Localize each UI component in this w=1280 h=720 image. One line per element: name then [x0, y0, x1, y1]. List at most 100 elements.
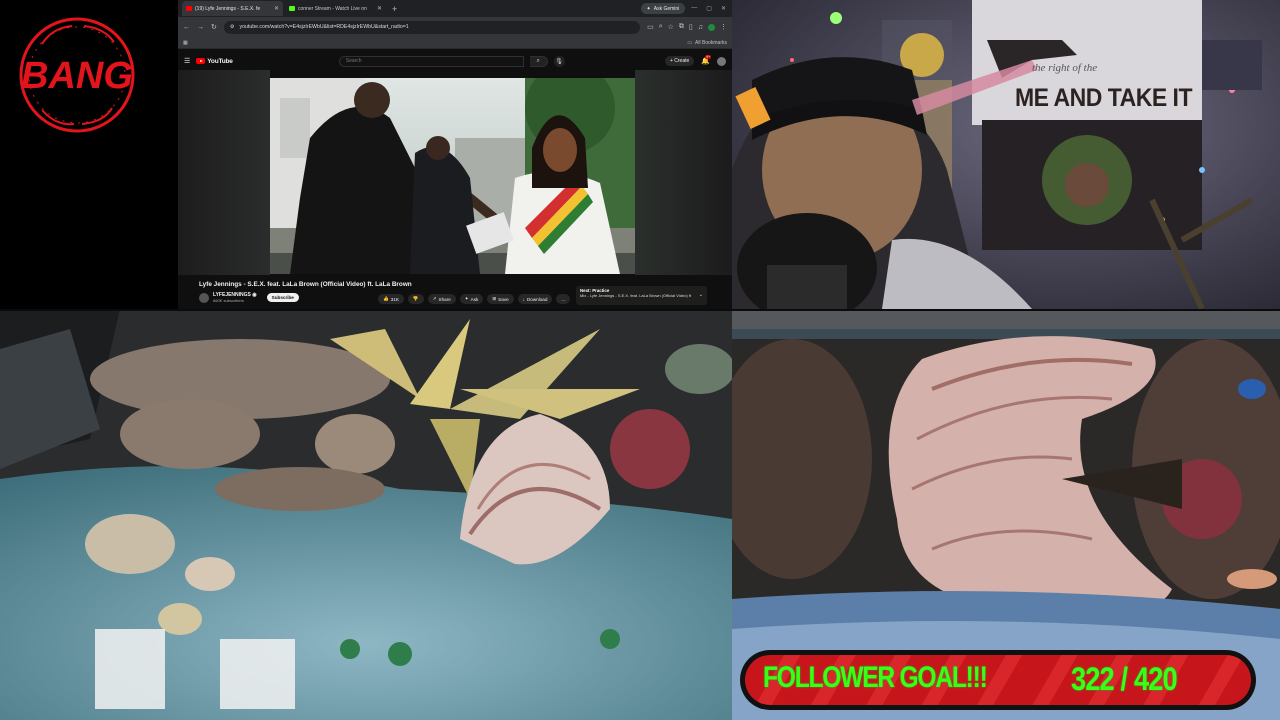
browser-window: (19) Lyfe Jennings - S.E.X. fe ✕ conner …	[178, 0, 732, 312]
follower-goal-bar: FOLLOWER GOAL!!! 322 / 420	[740, 650, 1256, 710]
save-icon: ⊞	[492, 296, 497, 301]
menu-icon[interactable]: ⋮	[720, 23, 727, 31]
youtube-brand: YouTube	[207, 57, 233, 65]
url-text: youtube.com/watch?v=E4sjzIrEWbU&list=RDE…	[239, 24, 409, 30]
next-video-card[interactable]: Next: Practice Mix - Lyfe Jennings - S.E…	[576, 286, 707, 305]
all-bookmarks-label: All Bookmarks	[695, 39, 727, 46]
youtube-header: ☰ YouTube Search ⌕ 🎙 + Create 🔔 9+	[178, 52, 732, 70]
share-label: Share	[438, 296, 451, 302]
subscriber-count: 660K subscribers	[213, 298, 244, 303]
youtube-favicon-icon	[186, 6, 192, 11]
cast-icon[interactable]: ▭	[647, 23, 654, 31]
stream-layout: BANG (19) Lyfe Jennings - S.E.X. fe ✕ co…	[0, 0, 1280, 720]
tab-youtube[interactable]: (19) Lyfe Jennings - S.E.X. fe ✕	[182, 1, 283, 16]
notifications-button[interactable]: 🔔 9+	[701, 55, 712, 65]
banner-text: ME AND TAKE IT	[1015, 82, 1193, 112]
tab-kick[interactable]: conner Stream - Watch Live on ✕	[285, 1, 386, 16]
channel-row: LYFEJENNINGS ◉ 660K subscribers Subscrib…	[199, 292, 299, 303]
aquarium-left-scene	[0, 309, 732, 720]
share-button[interactable]: ↗ Share	[427, 294, 456, 304]
thumbs-down-icon: 👎	[412, 296, 419, 301]
site-info-icon[interactable]: ⚙	[230, 24, 235, 30]
notification-badge: 9+	[705, 55, 712, 59]
follower-goal-track: FOLLOWER GOAL!!! 322 / 420	[745, 655, 1251, 705]
share-icon: ↗	[432, 296, 437, 301]
close-window-icon[interactable]: ✕	[721, 5, 726, 12]
youtube-header-right: + Create 🔔 9+	[664, 55, 726, 66]
like-count: 31K	[390, 296, 399, 302]
video-player[interactable]	[270, 78, 635, 274]
tab-label: conner Stream - Watch Live on	[298, 5, 367, 12]
mic-icon: 🎙	[555, 58, 564, 65]
back-icon[interactable]: ←	[183, 24, 190, 31]
follower-goal-label: FOLLOWER GOAL!!!	[763, 661, 988, 694]
thumbs-up-icon: 👍	[383, 296, 389, 301]
chevron-down-icon[interactable]: ⌄	[699, 292, 703, 298]
ambient-left	[178, 70, 270, 275]
webcam-scene	[732, 0, 1280, 309]
ask-button[interactable]: ✦ Ask	[459, 294, 484, 304]
create-button[interactable]: + Create	[664, 56, 695, 66]
youtube-logo[interactable]: YouTube	[196, 57, 233, 65]
youtube-avatar[interactable]	[717, 56, 726, 66]
like-button[interactable]: 👍 31K	[378, 294, 404, 304]
youtube-search-button[interactable]: ⌕	[529, 55, 548, 67]
banner-subtext: the right of the	[1032, 62, 1098, 74]
save-label: Save	[498, 296, 509, 302]
close-tab-icon[interactable]: ✕	[274, 5, 279, 12]
close-tab-icon[interactable]: ✕	[377, 5, 382, 12]
all-bookmarks-button[interactable]: ▭ All Bookmarks	[687, 40, 727, 46]
voice-search-button[interactable]: 🎙	[553, 55, 565, 67]
apps-icon[interactable]: ▦	[183, 40, 188, 46]
sidepanel-icon[interactable]: ▯	[689, 23, 693, 31]
aquarium-cam-left	[0, 309, 732, 720]
folder-icon: ▭	[687, 39, 693, 46]
address-bar[interactable]: ⚙ youtube.com/watch?v=E4sjzIrEWbU&list=R…	[223, 20, 641, 34]
verified-icon: ◉	[252, 292, 257, 298]
download-button[interactable]: ↓ Download	[517, 294, 553, 304]
bell-icon: 🔔	[701, 58, 710, 65]
maximize-icon[interactable]: ▢	[706, 5, 712, 12]
video-actions: 👍 31K 👎 ↗ Share ✦ Ask ⊞ Save ↓ Download ...	[378, 294, 571, 304]
ambient-right	[635, 70, 732, 275]
new-tab-button[interactable]: +	[388, 4, 401, 14]
forward-icon[interactable]: →	[197, 24, 204, 31]
save-button[interactable]: ⊞ Save	[487, 294, 514, 304]
subscribe-button[interactable]: Subscribe	[266, 293, 299, 302]
tab-label: (19) Lyfe Jennings - S.E.X. fe	[195, 5, 261, 12]
create-label: Create	[674, 58, 690, 64]
follower-goal-count: 322 / 420	[1071, 661, 1178, 697]
tab-bar: (19) Lyfe Jennings - S.E.X. fe ✕ conner …	[178, 0, 732, 17]
extensions-icon[interactable]: ⧉	[679, 23, 684, 31]
webcam-feed: ME AND TAKE IT the right of the	[732, 0, 1280, 309]
download-icon: ↓	[522, 296, 525, 302]
dislike-button[interactable]: 👎	[407, 294, 424, 304]
zoom-icon[interactable]: ⌕	[659, 23, 663, 31]
gemini-label: Ask Gemini	[653, 5, 680, 12]
sparkle-icon: ✦	[464, 296, 469, 301]
channel-avatar[interactable]	[199, 292, 209, 303]
bookmarks-bar: ▦ ▭ All Bookmarks	[178, 37, 732, 49]
extensions: ▭ ⌕ ☆ ⧉ ▯ ♫ ⋮	[647, 23, 727, 31]
profile-avatar[interactable]	[708, 23, 715, 31]
pane-divider	[0, 309, 1280, 311]
next-sub: Mix - Lyfe Jennings - S.E.X. feat. LaLa …	[580, 293, 692, 298]
minimize-icon[interactable]: —	[691, 5, 697, 12]
youtube-search-input[interactable]: Search	[338, 55, 524, 67]
ask-label: Ask	[470, 296, 479, 302]
media-icon[interactable]: ♫	[698, 24, 703, 31]
search-icon: ⌕	[536, 57, 540, 64]
search-placeholder: Search	[345, 58, 362, 64]
window-controls: — ▢ ✕	[691, 5, 732, 12]
download-label: Download	[526, 296, 548, 302]
video-title: Lyfe Jennings - S.E.X. feat. LaLa Brown …	[199, 281, 412, 288]
bookmark-star-icon[interactable]: ☆	[668, 23, 674, 31]
bang-logo: BANG	[19, 17, 135, 133]
reload-icon[interactable]: ↻	[211, 23, 217, 31]
kick-favicon-icon	[289, 6, 295, 11]
hamburger-menu-icon[interactable]: ☰	[184, 57, 190, 65]
youtube-play-icon	[196, 58, 206, 64]
ask-gemini-button[interactable]: ✦ Ask Gemini	[640, 3, 686, 14]
toolbar: ← → ↻ ⚙ youtube.com/watch?v=E4sjzIrEWbU&…	[178, 17, 732, 37]
more-actions-button[interactable]: ...	[556, 294, 571, 304]
